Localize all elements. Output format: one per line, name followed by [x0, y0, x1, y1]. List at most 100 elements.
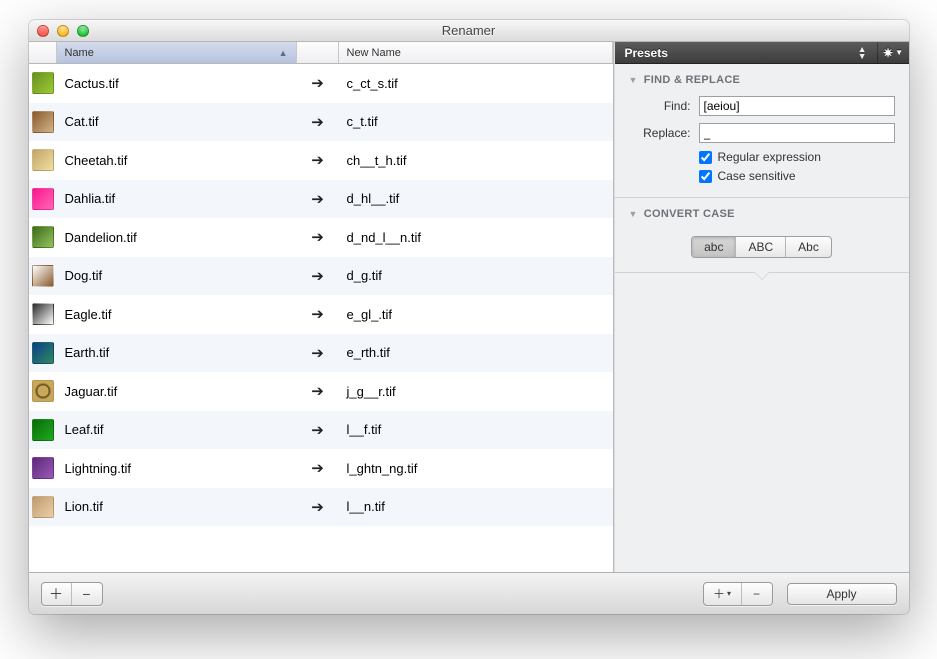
- arrow-right-icon: ➔: [297, 74, 339, 92]
- file-new-name: d_g.tif: [339, 268, 613, 283]
- file-thumbnail: [32, 226, 54, 248]
- file-original-name: Dahlia.tif: [57, 191, 297, 206]
- column-header-newname-label: New Name: [347, 47, 401, 59]
- footer-toolbar: ＋ − ＋▾ − Apply: [29, 572, 909, 614]
- file-original-name: Earth.tif: [57, 345, 297, 360]
- file-new-name: c_t.tif: [339, 114, 613, 129]
- file-original-name: Cheetah.tif: [57, 153, 297, 168]
- find-replace-heading[interactable]: FIND & REPLACE: [629, 74, 895, 86]
- regex-checkbox-label: Regular expression: [718, 150, 821, 164]
- remove-files-button[interactable]: −: [72, 583, 102, 605]
- column-header-arrow[interactable]: [297, 42, 339, 63]
- convert-case-option[interactable]: ABC: [736, 237, 786, 257]
- case-sensitive-checkbox[interactable]: [699, 170, 712, 183]
- file-original-name: Lightning.tif: [57, 461, 297, 476]
- file-thumbnail: [32, 265, 54, 287]
- replace-input[interactable]: [699, 123, 895, 143]
- file-thumbnail: [32, 342, 54, 364]
- updown-icon: ▲▼: [858, 46, 867, 60]
- arrow-right-icon: ➔: [297, 151, 339, 169]
- convert-case-heading[interactable]: CONVERT CASE: [629, 208, 895, 220]
- presets-dropdown[interactable]: Presets ▲▼: [615, 46, 877, 60]
- sidebar-header: Presets ▲▼ ✷▼: [615, 42, 909, 64]
- regex-checkbox[interactable]: [699, 151, 712, 164]
- find-replace-section: FIND & REPLACE Find: Replace: Regular ex…: [615, 64, 909, 198]
- file-add-remove-group: ＋ −: [41, 582, 103, 606]
- table-row[interactable]: Cat.tif➔c_t.tif: [29, 103, 613, 142]
- arrow-right-icon: ➔: [297, 382, 339, 400]
- column-header-name[interactable]: Name ▲: [57, 42, 297, 63]
- sort-ascending-icon: ▲: [279, 48, 288, 58]
- find-input[interactable]: [699, 96, 895, 116]
- remove-preset-button[interactable]: −: [742, 583, 772, 605]
- file-new-name: l__n.tif: [339, 499, 613, 514]
- convert-case-option[interactable]: abc: [692, 237, 736, 257]
- table-row[interactable]: Lion.tif➔l__n.tif: [29, 488, 613, 527]
- arrow-right-icon: ➔: [297, 113, 339, 131]
- arrow-right-icon: ➔: [297, 344, 339, 362]
- table-row[interactable]: Dandelion.tif➔d_nd_l__n.tif: [29, 218, 613, 257]
- table-row[interactable]: Dog.tif➔d_g.tif: [29, 257, 613, 296]
- table-row[interactable]: Cactus.tif➔c_ct_s.tif: [29, 64, 613, 103]
- window-title: Renamer: [29, 23, 909, 38]
- presets-label: Presets: [625, 46, 668, 60]
- table-row[interactable]: Dahlia.tif➔d_hl__.tif: [29, 180, 613, 219]
- file-new-name: e_rth.tif: [339, 345, 613, 360]
- arrow-right-icon: ➔: [297, 498, 339, 516]
- arrow-right-icon: ➔: [297, 305, 339, 323]
- zoom-window-button[interactable]: [77, 25, 89, 37]
- table-row[interactable]: Cheetah.tif➔ch__t_h.tif: [29, 141, 613, 180]
- file-original-name: Leaf.tif: [57, 422, 297, 437]
- convert-case-section: CONVERT CASE abcABCAbc: [615, 198, 909, 273]
- file-new-name: d_hl__.tif: [339, 191, 613, 206]
- table-row[interactable]: Leaf.tif➔l__f.tif: [29, 411, 613, 450]
- file-new-name: l_ghtn_ng.tif: [339, 461, 613, 476]
- case-sensitive-checkbox-label: Case sensitive: [718, 169, 796, 183]
- add-files-button[interactable]: ＋: [42, 583, 72, 605]
- arrow-right-icon: ➔: [297, 459, 339, 477]
- table-row[interactable]: Lightning.tif➔l_ghtn_ng.tif: [29, 449, 613, 488]
- file-new-name: d_nd_l__n.tif: [339, 230, 613, 245]
- convert-case-option[interactable]: Abc: [786, 237, 831, 257]
- file-thumbnail: [32, 188, 54, 210]
- sidebar-empty-area: [615, 273, 909, 572]
- find-label: Find:: [629, 99, 691, 113]
- table-row[interactable]: Eagle.tif➔e_gl_.tif: [29, 295, 613, 334]
- presets-actions-menu[interactable]: ✷▼: [877, 42, 909, 63]
- file-new-name: j_g__r.tif: [339, 384, 613, 399]
- apply-button[interactable]: Apply: [787, 583, 897, 605]
- file-thumbnail: [32, 303, 54, 325]
- file-thumbnail: [32, 72, 54, 94]
- file-original-name: Dandelion.tif: [57, 230, 297, 245]
- table-row[interactable]: Earth.tif➔e_rth.tif: [29, 334, 613, 373]
- file-original-name: Cactus.tif: [57, 76, 297, 91]
- table-row[interactable]: Jaguar.tif➔j_g__r.tif: [29, 372, 613, 411]
- titlebar: Renamer: [29, 20, 909, 42]
- arrow-right-icon: ➔: [297, 267, 339, 285]
- file-list-pane: Name ▲ New Name Cactus.tif➔c_ct_s.tifCat…: [29, 42, 614, 572]
- file-new-name: c_ct_s.tif: [339, 76, 613, 91]
- arrow-right-icon: ➔: [297, 421, 339, 439]
- file-thumbnail: [32, 380, 54, 402]
- file-original-name: Eagle.tif: [57, 307, 297, 322]
- close-window-button[interactable]: [37, 25, 49, 37]
- file-original-name: Dog.tif: [57, 268, 297, 283]
- file-thumbnail: [32, 496, 54, 518]
- file-rows-scroll[interactable]: Cactus.tif➔c_ct_s.tifCat.tif➔c_t.tifChee…: [29, 64, 613, 572]
- gear-icon: ✷: [883, 46, 893, 60]
- file-new-name: l__f.tif: [339, 422, 613, 437]
- add-preset-button[interactable]: ＋▾: [704, 583, 742, 605]
- file-thumbnail: [32, 457, 54, 479]
- file-thumbnail: [32, 149, 54, 171]
- file-new-name: e_gl_.tif: [339, 307, 613, 322]
- arrow-right-icon: ➔: [297, 190, 339, 208]
- app-window: Renamer Name ▲ New Name Cactus.tif➔c_ct_…: [29, 20, 909, 614]
- file-original-name: Lion.tif: [57, 499, 297, 514]
- file-thumbnail: [32, 419, 54, 441]
- column-header-row: Name ▲ New Name: [29, 42, 613, 64]
- column-header-newname[interactable]: New Name: [339, 42, 613, 63]
- file-original-name: Cat.tif: [57, 114, 297, 129]
- minimize-window-button[interactable]: [57, 25, 69, 37]
- column-header-name-label: Name: [65, 47, 94, 59]
- column-header-thumbnail[interactable]: [29, 42, 57, 63]
